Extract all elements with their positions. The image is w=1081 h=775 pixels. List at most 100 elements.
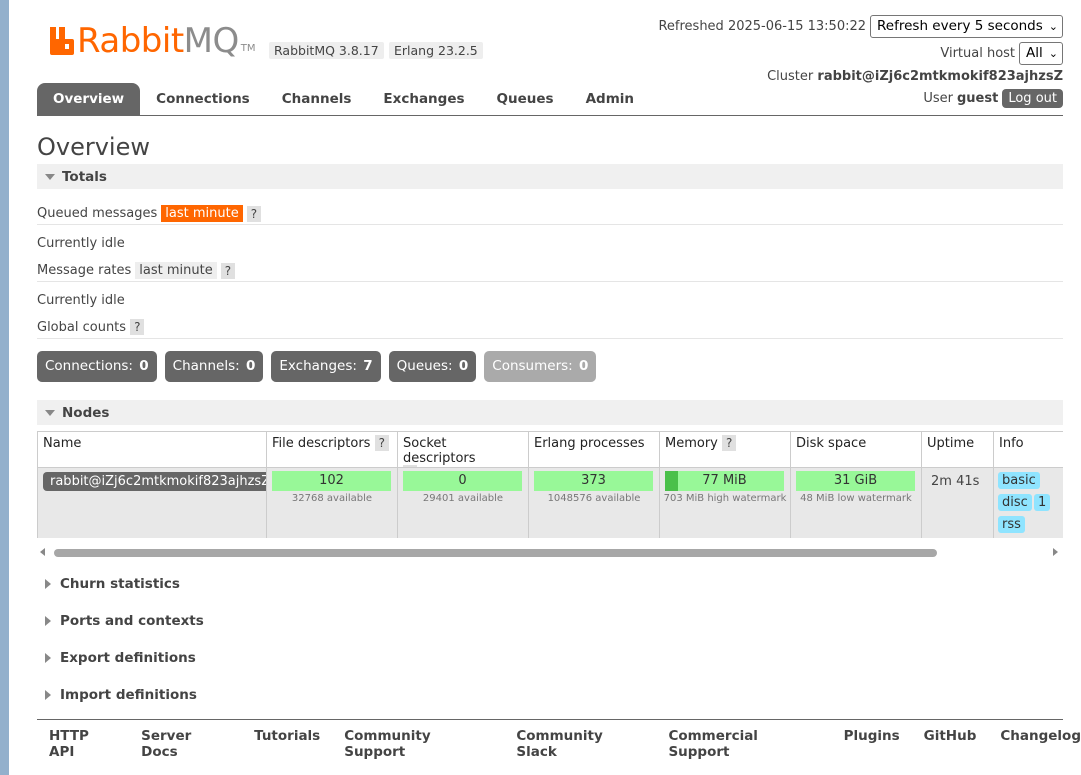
count-value: 7	[363, 358, 373, 374]
tab-connections[interactable]: Connections	[140, 83, 266, 115]
tab-exchanges[interactable]: Exchanges	[367, 83, 480, 115]
col-header-label: File descriptors	[272, 436, 371, 451]
triangle-right-icon	[45, 653, 51, 663]
exchanges-count-button[interactable]: Exchanges: 7	[271, 351, 381, 382]
proc-value: 373	[581, 473, 606, 488]
divider	[37, 224, 1063, 225]
rates-range-button[interactable]: last minute	[135, 262, 217, 279]
count-label: Exchanges:	[279, 358, 357, 374]
col-header-label: Name	[43, 436, 82, 451]
col-disk-header: Disk space	[790, 431, 921, 467]
section-title: Import definitions	[60, 687, 197, 703]
section-import-definitions[interactable]: Import definitions	[45, 687, 197, 703]
vhost-value: All	[1026, 45, 1043, 61]
vhost-select[interactable]: All ⌄	[1019, 42, 1063, 65]
footer-link-commercial-support[interactable]: Commercial Support	[668, 728, 819, 760]
node-memory-cell: 77 MiB 703 MiB high watermark	[659, 467, 790, 538]
queued-range-button[interactable]: last minute	[161, 205, 243, 222]
col-header-label: Erlang processes	[534, 436, 645, 451]
message-rates-label: Message rates	[37, 263, 132, 278]
node-proc-cell: 373 1048576 available	[528, 467, 659, 538]
vhost-row: Virtual host All ⌄	[940, 42, 1063, 65]
fd-bar: 102	[272, 471, 391, 491]
main-nav-tabs: Overview Connections Channels Exchanges …	[37, 83, 650, 115]
memory-bar: 77 MiB	[665, 471, 784, 491]
rabbitmq-logo-icon	[50, 27, 74, 55]
refreshed-timestamp: Refreshed 2025-06-15 13:50:22	[658, 19, 867, 34]
global-help-button[interactable]: ?	[130, 319, 145, 335]
cluster-row: Cluster rabbit@iZj6c2mtkmokif823ajhzsZ	[767, 69, 1063, 84]
col-header-label: Info	[999, 436, 1024, 451]
chevron-down-icon: ⌄	[1048, 46, 1058, 60]
tab-admin[interactable]: Admin	[570, 83, 650, 115]
fd-help-button[interactable]: ?	[374, 435, 389, 451]
consumers-count-button[interactable]: Consumers: 0	[484, 351, 597, 382]
count-value: 0	[245, 358, 256, 374]
logo-wordmark: RabbitMQ	[77, 24, 239, 58]
tab-overview[interactable]: Overview	[37, 83, 141, 115]
col-name-header: Name	[37, 431, 266, 467]
rates-help-button[interactable]: ?	[220, 262, 236, 279]
queues-count-button[interactable]: Queues: 0	[388, 351, 477, 382]
count-label: Connections:	[45, 358, 133, 374]
memory-value: 77 MiB	[702, 473, 747, 488]
logout-button[interactable]: Log out	[1002, 89, 1063, 108]
footer-link-plugins[interactable]: Plugins	[844, 728, 900, 760]
tab-queues[interactable]: Queues	[481, 83, 570, 115]
info-tag-disc-count: 1	[1034, 494, 1051, 511]
socket-available: 29401 available	[422, 493, 504, 504]
section-export-definitions[interactable]: Export definitions	[45, 650, 196, 666]
footer-link-community-slack[interactable]: Community Slack	[516, 728, 644, 760]
section-churn-statistics[interactable]: Churn statistics	[45, 576, 180, 592]
node-uptime-cell: 2m 41s	[921, 467, 993, 538]
queued-idle-text: Currently idle	[37, 236, 125, 251]
channels-count-button[interactable]: Channels: 0	[164, 351, 264, 382]
col-memory-header: Memory ?	[659, 431, 790, 467]
section-totals-title: Totals	[62, 168, 107, 185]
disk-bar: 31 GiB	[796, 471, 915, 491]
logo-trademark: TM	[240, 43, 256, 54]
footer-link-github[interactable]: GitHub	[924, 728, 977, 760]
horizontal-scrollbar[interactable]	[37, 545, 1063, 560]
disk-watermark: 48 MiB low watermark	[800, 493, 912, 504]
queued-help-button[interactable]: ?	[246, 205, 262, 222]
footer-link-tutorials[interactable]: Tutorials	[254, 728, 320, 760]
user-row: User guest Log out	[923, 89, 1063, 108]
rabbitmq-logo[interactable]: RabbitMQ TM	[48, 22, 256, 58]
connections-count-button[interactable]: Connections: 0	[37, 351, 157, 382]
memory-watermark: 703 MiB high watermark	[663, 493, 787, 504]
disk-value: 31 GiB	[833, 473, 878, 488]
scroll-left-icon[interactable]	[40, 548, 45, 556]
col-uptime-header: Uptime	[921, 431, 993, 467]
triangle-down-icon	[45, 173, 55, 180]
count-value: 0	[458, 358, 469, 374]
col-header-label: Socket descriptors	[403, 436, 476, 466]
cluster-name: rabbit@iZj6c2mtkmokif823ajhzsZ	[817, 69, 1063, 84]
global-counts-row: Global counts ?	[37, 319, 145, 335]
node-disk-cell: 31 GiB 48 MiB low watermark	[790, 467, 921, 538]
scrollbar-thumb[interactable]	[54, 549, 937, 557]
footer-link-community-support[interactable]: Community Support	[344, 728, 492, 760]
tab-channels[interactable]: Channels	[266, 83, 368, 115]
scroll-right-icon[interactable]	[1053, 548, 1058, 556]
cluster-label: Cluster	[767, 69, 814, 84]
section-ports-and-contexts[interactable]: Ports and contexts	[45, 613, 204, 629]
uptime-value: 2m 41s	[931, 474, 980, 489]
refresh-interval-value: Refresh every 5 seconds	[877, 18, 1043, 34]
count-label: Consumers:	[492, 358, 573, 374]
node-name-link[interactable]: rabbit@iZj6c2mtkmokif823ajhzsZ	[43, 472, 278, 491]
memory-bar-fill	[665, 471, 679, 491]
footer-link-http-api[interactable]: HTTP API	[49, 728, 117, 760]
section-totals-header[interactable]: Totals	[37, 164, 1063, 189]
section-nodes-title: Nodes	[62, 404, 110, 421]
footer-link-changelog[interactable]: Changelog	[1000, 728, 1081, 760]
footer-link-server-docs[interactable]: Server Docs	[141, 728, 230, 760]
count-value: 0	[139, 358, 149, 374]
memory-help-button[interactable]: ?	[722, 435, 737, 451]
socket-bar: 0	[403, 471, 522, 491]
refresh-interval-select[interactable]: Refresh every 5 seconds ⌄	[870, 15, 1063, 38]
section-nodes-header[interactable]: Nodes	[37, 400, 1063, 425]
left-edge-strip	[0, 0, 9, 775]
global-counts: Connections: 0 Channels: 0 Exchanges: 7 …	[37, 351, 597, 382]
section-title: Ports and contexts	[60, 613, 204, 629]
